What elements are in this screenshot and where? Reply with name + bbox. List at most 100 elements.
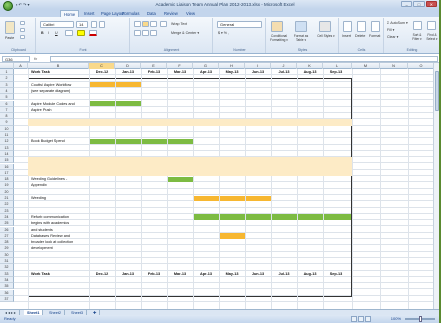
gridline (115, 69, 116, 309)
align-top-icon[interactable] (134, 21, 141, 27)
gridline (380, 69, 381, 309)
align-left-icon[interactable] (134, 30, 141, 36)
gridline (245, 69, 246, 309)
tab-view[interactable]: View (186, 10, 195, 17)
merge-center-button[interactable]: Merge & Center ▾ (171, 31, 199, 35)
font-color-icon[interactable] (89, 30, 97, 36)
find-select-button[interactable]: Find & Select ▾ (425, 33, 439, 41)
editing-group: Σ AutoSum ▾ Fill ▾ Clear ▾ Sort & Filter… (385, 18, 439, 53)
cell-styles-icon[interactable] (319, 21, 331, 32)
font-size-select[interactable]: 14 (76, 21, 88, 28)
format-cells-button[interactable]: Format (369, 34, 380, 38)
number-group-label: Number (233, 48, 246, 52)
gridline (352, 69, 353, 309)
header-month-0: Dec-12 (95, 70, 109, 74)
styles-group-label: Styles (297, 48, 308, 52)
worksheet-grid[interactable]: ABCDEFGHIJKLMNO 1 2 3 Coutts/ Aspire Workfl… (0, 63, 439, 309)
grow-font-icon[interactable] (91, 21, 97, 28)
tab-page-layout[interactable]: Page Layout (101, 10, 125, 17)
office-button[interactable] (3, 1, 13, 11)
cut-icon[interactable] (20, 21, 25, 25)
header-month-2: Feb-13 (147, 70, 161, 74)
currency-buttons[interactable]: $ ▾ % , (218, 31, 229, 35)
cell-styles-button[interactable]: Cell Styles ▾ (315, 34, 337, 38)
insert-cells-button[interactable]: Insert (342, 34, 351, 38)
cells-group: Insert Delete Format Cells (340, 18, 384, 53)
name-box[interactable]: G36 (2, 56, 30, 62)
row-header[interactable]: 37 (0, 295, 14, 303)
title-bar: ▪ ↶ ↷ ▾ Academic Liaison Team Annual Pla… (0, 0, 439, 9)
number-format-select[interactable]: General (217, 21, 262, 28)
window-title: Academic Liaison Team Annual Plan 2012-2… (155, 2, 295, 7)
find-select-icon[interactable] (427, 21, 436, 30)
vertical-scroll-thumb[interactable] (435, 71, 439, 111)
format-painter-icon[interactable] (20, 35, 25, 39)
tab-insert[interactable]: Insert (84, 10, 94, 17)
fx-icon[interactable]: fx (34, 56, 48, 62)
format-cells-icon[interactable] (371, 21, 380, 32)
normal-view-button[interactable] (351, 316, 357, 322)
gantt-border (28, 78, 352, 297)
page-break-view-button[interactable] (365, 316, 371, 322)
status-bar: Ready 100% (0, 315, 439, 323)
insert-cells-icon[interactable] (343, 21, 352, 32)
fill-button[interactable]: Fill ▾ (387, 28, 394, 32)
font-group-label: Font (79, 48, 87, 52)
header-month-4: Apr-13 (199, 70, 213, 74)
gridline (219, 69, 220, 309)
gridline (89, 69, 90, 309)
format-table-button[interactable]: Format as Table ▾ (291, 34, 311, 42)
zoom-level: 100% (390, 316, 401, 321)
italic-button[interactable]: I (48, 31, 49, 35)
tab-home[interactable]: Home (60, 10, 80, 17)
gridline (141, 69, 142, 309)
alignment-group-label: Alignment (163, 48, 180, 52)
view-buttons (351, 316, 371, 322)
orientation-icon[interactable] (160, 21, 167, 27)
tab-formulas[interactable]: Formulas (122, 10, 139, 17)
format-table-icon[interactable] (295, 21, 307, 32)
gridline (323, 69, 324, 309)
header-month-5: May-13 (225, 70, 239, 74)
clear-button[interactable]: Clear ▾ (387, 35, 398, 39)
paste-label: Paste (5, 36, 15, 40)
vertical-scrollbar[interactable] (433, 63, 439, 309)
sort-filter-button[interactable]: Sort & Filter ▾ (409, 33, 425, 41)
status-ready: Ready (4, 316, 16, 321)
paste-icon[interactable] (5, 21, 15, 34)
font-name-select[interactable]: Calibri (40, 21, 74, 28)
underline-button[interactable]: U (55, 31, 58, 35)
tab-review[interactable]: Review (164, 10, 178, 17)
borders-icon[interactable] (65, 30, 73, 36)
tab-data[interactable]: Data (147, 10, 156, 17)
excel-window: ▪ ↶ ↷ ▾ Academic Liaison Team Annual Pla… (0, 0, 441, 323)
shrink-font-icon[interactable] (99, 21, 105, 28)
align-right-icon[interactable] (150, 30, 157, 36)
formula-input[interactable] (50, 56, 438, 62)
minimize-button[interactable]: – (401, 1, 413, 7)
bold-button[interactable]: B (41, 31, 44, 35)
zoom-slider-knob[interactable] (419, 316, 422, 322)
clipboard-group: Paste Clipboard (2, 18, 36, 53)
align-center-icon[interactable] (142, 30, 149, 36)
gridline (28, 69, 29, 309)
quick-access-toolbar[interactable]: ▪ ↶ ↷ ▾ (16, 2, 46, 8)
delete-cells-icon[interactable] (357, 21, 366, 32)
align-bottom-icon[interactable] (150, 21, 157, 27)
wrap-text-button[interactable]: Wrap Text (171, 22, 187, 26)
conditional-formatting-button[interactable]: Conditional Formatting ▾ (268, 34, 290, 42)
number-group: General $ ▾ % , Number (214, 18, 266, 53)
delete-cells-button[interactable]: Delete (355, 34, 365, 38)
page-layout-view-button[interactable] (358, 316, 364, 322)
maximize-button[interactable]: □ (413, 1, 425, 7)
autosum-button[interactable]: Σ AutoSum ▾ (387, 21, 408, 25)
header-month-7: Jul-13 (278, 70, 290, 74)
align-middle-icon[interactable] (142, 21, 149, 27)
conditional-formatting-icon[interactable] (271, 21, 283, 32)
cells-group-label: Cells (357, 48, 366, 52)
close-button[interactable]: ✕ (425, 1, 437, 7)
sort-filter-icon[interactable] (413, 21, 422, 30)
window-controls: – □ ✕ (401, 1, 437, 8)
copy-icon[interactable] (20, 28, 25, 32)
fill-color-icon[interactable] (77, 30, 85, 36)
